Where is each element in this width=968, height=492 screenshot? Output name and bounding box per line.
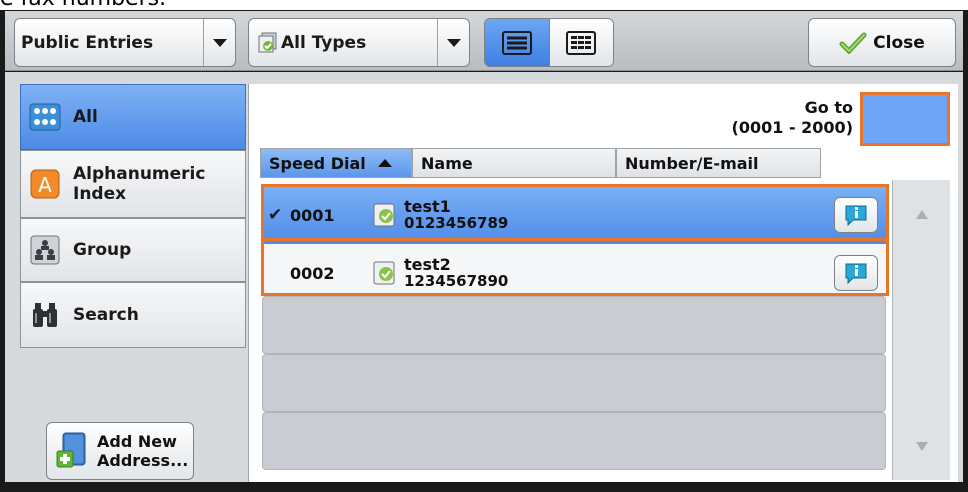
scrollbar[interactable] <box>892 180 950 480</box>
tab-alphanumeric-index[interactable]: A Alphanumeric Index <box>20 150 246 218</box>
grid-view-icon <box>564 29 598 57</box>
scroll-down-button[interactable] <box>893 418 951 474</box>
column-number-email[interactable]: Number/E-mail <box>616 148 821 178</box>
empty-row <box>262 354 886 412</box>
info-button[interactable] <box>834 255 878 291</box>
tab-all-label: All <box>73 107 98 127</box>
tab-alphanumeric-label: Alphanumeric Index <box>73 164 206 204</box>
entry-number: 0123456789 <box>404 214 509 232</box>
view-toggle <box>484 18 614 67</box>
column-speed-dial[interactable]: Speed Dial <box>260 148 412 178</box>
add-new-address-button[interactable]: Add New Address... <box>46 422 194 480</box>
list-view-button[interactable] <box>485 19 549 66</box>
sort-ascending-icon <box>377 159 392 167</box>
goto-label: Go to (0001 - 2000) <box>731 98 853 137</box>
close-button-label: Close <box>873 32 925 53</box>
table-row[interactable]: 0002 test2 1234567890 <box>262 244 886 302</box>
entry-name: test1 <box>404 197 451 216</box>
list-view-icon <box>500 29 534 57</box>
close-button[interactable]: Close <box>808 18 956 67</box>
tab-group[interactable]: Group <box>20 218 246 282</box>
tab-search[interactable]: Search <box>20 282 246 348</box>
scroll-up-button[interactable] <box>893 186 951 242</box>
entry-number: 1234567890 <box>404 272 509 290</box>
entries-dropdown[interactable]: Public Entries <box>14 18 236 67</box>
column-number-label: Number/E-mail <box>625 153 759 173</box>
entries-dropdown-label: Public Entries <box>21 32 154 53</box>
grid-view-button[interactable] <box>548 19 613 66</box>
table-row[interactable]: ✔ 0001 test1 0123456789 <box>262 186 886 244</box>
chevron-down-icon <box>203 19 235 66</box>
info-icon <box>845 263 867 285</box>
entry-name: test2 <box>404 255 451 274</box>
speed-dial-number: 0002 <box>290 263 335 283</box>
binoculars-icon <box>27 297 63 333</box>
goto-input[interactable] <box>860 92 950 146</box>
speed-dial-number: 0001 <box>290 205 335 225</box>
add-new-address-label: Add New Address... <box>97 432 189 470</box>
column-speed-dial-label: Speed Dial <box>269 153 366 173</box>
tab-search-label: Search <box>73 305 139 325</box>
address-book-icon <box>27 99 63 135</box>
arrow-up-icon <box>916 209 928 219</box>
group-icon <box>27 232 63 268</box>
entry-details: test2 1234567890 <box>404 256 508 290</box>
fax-icon <box>372 202 398 228</box>
empty-row <box>262 296 886 354</box>
types-dropdown[interactable]: All Types <box>248 18 470 67</box>
sidebar: All A Alphanumeric Index Group Search <box>20 84 248 348</box>
column-name[interactable]: Name <box>412 148 616 178</box>
entry-details: test1 0123456789 <box>404 198 508 232</box>
types-dropdown-label: All Types <box>281 32 367 53</box>
info-icon <box>845 205 867 227</box>
add-address-book-icon <box>55 431 89 471</box>
checkmark-icon <box>839 32 867 54</box>
arrow-down-icon <box>916 441 928 451</box>
empty-row <box>262 412 886 470</box>
svg-text:A: A <box>38 173 52 197</box>
fax-icon <box>372 260 398 286</box>
tab-group-label: Group <box>73 240 132 260</box>
checkmark-icon: ✔ <box>268 205 283 225</box>
letter-a-icon: A <box>27 166 63 202</box>
info-button[interactable] <box>834 197 878 233</box>
tab-all[interactable]: All <box>20 84 246 150</box>
types-icon <box>257 32 279 54</box>
chevron-down-icon <box>437 19 469 66</box>
column-name-label: Name <box>421 153 473 173</box>
